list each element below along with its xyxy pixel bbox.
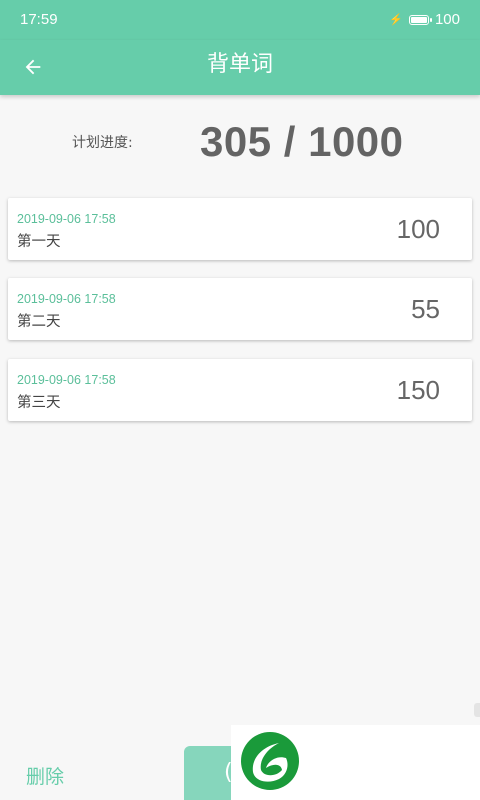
page-title: 背单词 xyxy=(206,52,273,77)
record-count: 150 xyxy=(396,375,440,405)
record-day: 第一天 xyxy=(17,234,61,250)
record-date: 2019-09-06 17:58 xyxy=(17,292,116,306)
scroll-indicator xyxy=(474,703,480,717)
record-count: 55 xyxy=(411,294,440,324)
charging-icon: ⚡ xyxy=(389,14,403,26)
leaf-logo-icon xyxy=(241,732,299,790)
battery-level: 100 xyxy=(434,11,460,28)
record-date: 2019-09-06 17:58 xyxy=(17,373,116,387)
record-card[interactable]: 2019-09-06 17:58 第三天 150 xyxy=(8,359,472,421)
record-day: 第二天 xyxy=(17,314,61,330)
progress-value: 305 / 1000 xyxy=(200,118,404,165)
record-card[interactable]: 2019-09-06 17:58 第一天 100 xyxy=(8,198,472,260)
app-toolbar: 背单词 xyxy=(0,40,480,95)
record-day: 第三天 xyxy=(17,395,61,411)
status-right: ⚡ 100 xyxy=(389,11,460,28)
record-date: 2019-09-06 17:58 xyxy=(17,212,116,226)
delete-button[interactable]: 删除 xyxy=(26,762,64,789)
status-bar: 17:59 ⚡ 100 xyxy=(0,0,480,40)
progress-label: 计划进度: xyxy=(72,135,133,151)
battery-icon xyxy=(408,14,432,25)
status-time: 17:59 xyxy=(20,11,58,28)
record-card[interactable]: 2019-09-06 17:58 第二天 55 xyxy=(8,278,472,340)
record-count: 100 xyxy=(396,214,440,244)
